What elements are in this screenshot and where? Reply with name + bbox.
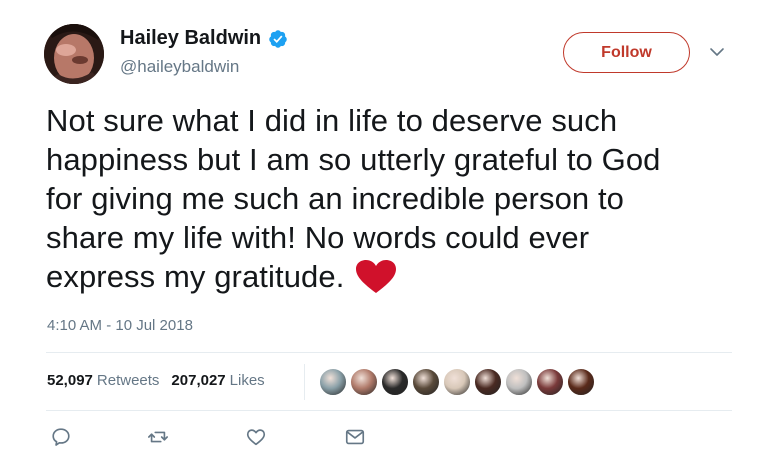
retweet-icon [148,431,168,443]
liker-avatar[interactable] [442,367,472,397]
liker-avatar[interactable] [566,367,596,397]
tweet-text: Not sure what I did in life to deserve s… [46,101,736,296]
follow-button[interactable]: Follow [563,32,690,73]
liker-avatar[interactable] [535,367,565,397]
liker-avatar[interactable] [349,367,379,397]
reply-button[interactable] [50,426,72,448]
like-icon [246,429,266,446]
liker-avatar[interactable] [473,367,503,397]
tweet-line: share my life with! No words could ever [46,220,590,255]
name-row: Hailey Baldwin [120,27,288,50]
tweet-line: happiness but I am so utterly grateful t… [46,142,661,177]
tweet-card: Hailey Baldwin @haileybaldwin Follow Not… [0,0,771,462]
liker-avatar[interactable] [504,367,534,397]
retweets-label: Retweets [96,372,160,389]
likes-count: 207,027 [171,372,226,389]
avatar-image [44,24,104,84]
user-handle[interactable]: @haileybaldwin [120,57,239,77]
message-icon [345,429,365,445]
verified-badge-icon [269,29,287,48]
divider [46,352,732,353]
liker-avatar[interactable] [318,367,348,397]
liker-avatar[interactable] [380,367,410,397]
liker-avatars [318,367,597,397]
tweet-stats: 52,097 Retweets 207,027 Likes [47,372,265,389]
message-button[interactable] [344,426,366,448]
retweets-stat[interactable]: 52,097 Retweets [47,372,159,389]
chevron-down-icon[interactable] [709,44,725,60]
reply-icon [52,428,70,446]
tweet-line-last: express my gratitude. [46,257,736,296]
retweet-button[interactable] [147,426,169,448]
retweets-count: 52,097 [47,372,93,389]
tweet-line: for giving me such an incredible person … [46,181,625,216]
heart-emoji-icon [356,260,397,293]
tweet-line-text: express my gratitude. [46,259,345,294]
likes-label: Likes [229,372,265,389]
avatar[interactable] [44,24,104,84]
tweet-timestamp[interactable]: 4:10 AM - 10 Jul 2018 [47,317,193,334]
liker-avatar[interactable] [411,367,441,397]
display-name[interactable]: Hailey Baldwin [120,27,261,50]
like-button[interactable] [245,426,267,448]
tweet-line: Not sure what I did in life to deserve s… [46,103,618,138]
divider [46,410,732,411]
tweet-actions [50,426,370,450]
likes-stat[interactable]: 207,027 Likes [171,372,264,389]
stats-separator [304,364,305,400]
